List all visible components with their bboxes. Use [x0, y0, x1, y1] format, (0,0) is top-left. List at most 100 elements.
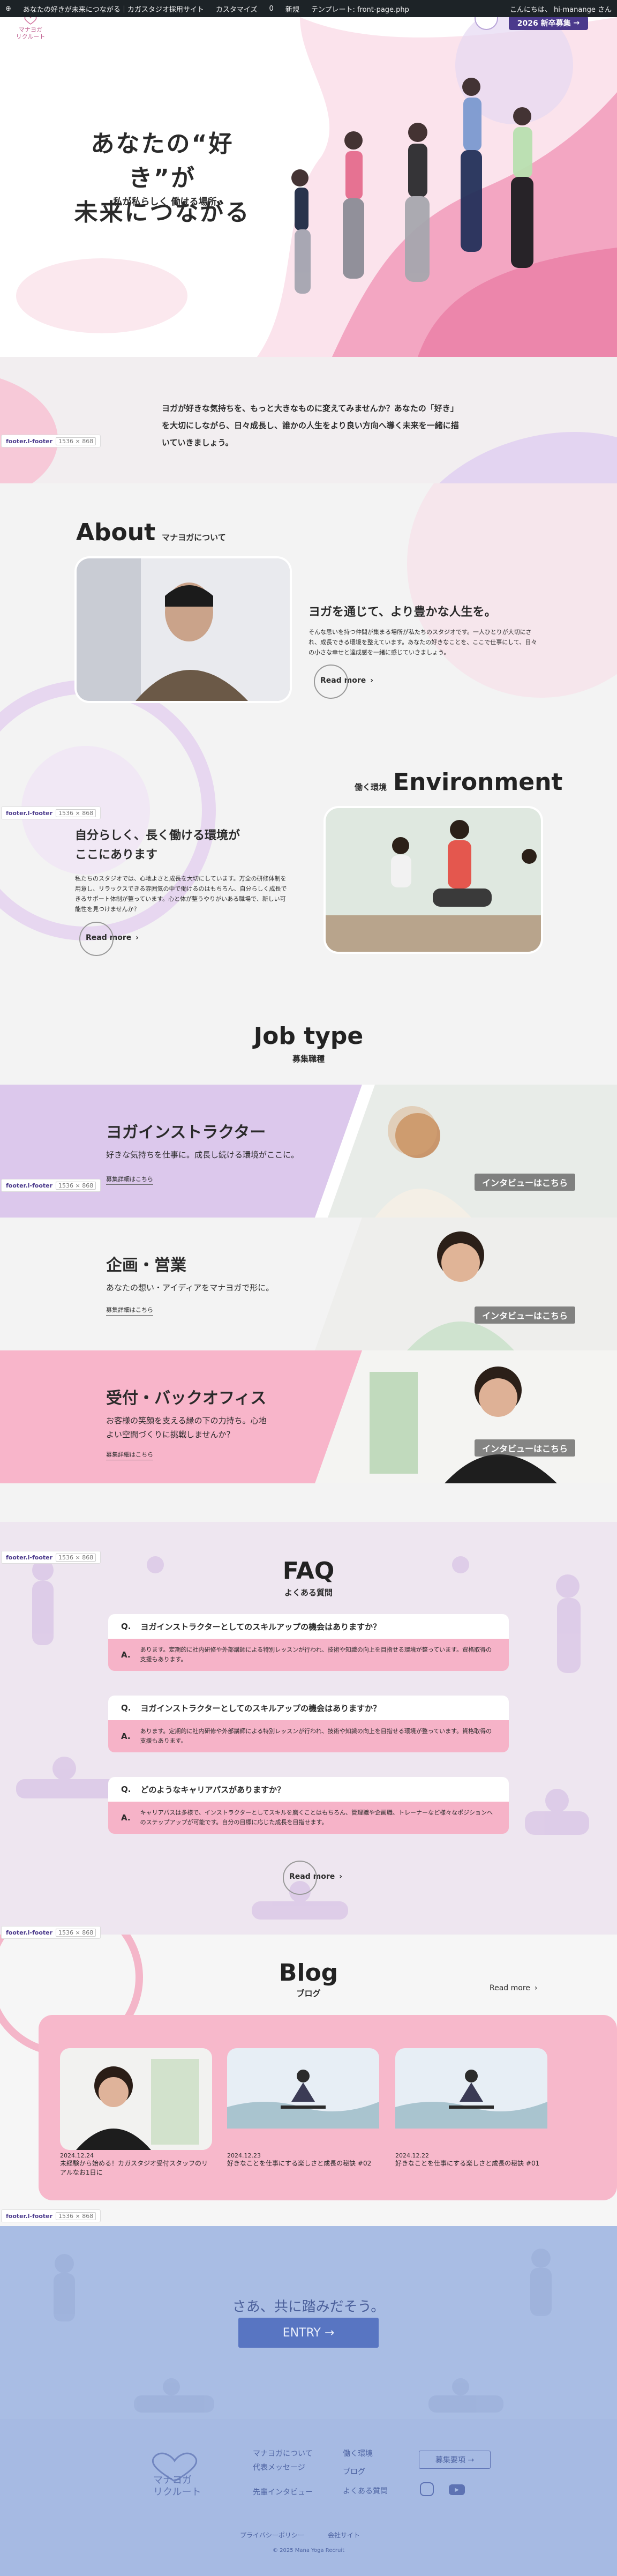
- about-section: About マナヨガについて ヨガを通じて、より豊かな人生を。 そんな思いを持つ…: [0, 483, 617, 987]
- footer-link-environment[interactable]: 働く環境: [343, 2448, 373, 2459]
- footer-recruit-button[interactable]: 募集要項 →: [419, 2451, 491, 2469]
- read-more-circle: [79, 922, 114, 956]
- faq-item[interactable]: Q. ヨガインストラクターとしてのスキルアップの機会はありますか？ A. あります。…: [108, 1696, 509, 1752]
- faq-read-more[interactable]: Read more ›: [283, 1861, 343, 1895]
- environment-heading-en: Environment: [393, 768, 563, 796]
- admin-bar: ⊕ あなたの好きが未来につながる｜カガスタジオ採用サイト カスタマイズ 0 新規…: [0, 0, 617, 17]
- a-mark: A.: [121, 1731, 131, 1741]
- faq-answer-text: あります。定期的に社内研修や外部講師による特別レッスンが行われ、技術や知識の向上…: [140, 1646, 492, 1663]
- footer-link-faq[interactable]: よくある質問: [343, 2485, 388, 2496]
- footer-link-about[interactable]: マナヨガについて: [253, 2448, 313, 2459]
- blog-read-more[interactable]: Read more ›: [490, 1984, 538, 1992]
- faq-answer: A. キャリアパスは多様で、インストラクターとしてスキルを磨くことはもちろん、管理…: [108, 1802, 509, 1834]
- footer-logo[interactable]: マナヨガ リクルート: [132, 2451, 217, 2498]
- environment-heading: 働く環境 Environment: [355, 768, 562, 796]
- header-recruit-label: 2026 新卒募集: [517, 19, 571, 28]
- blog-card[interactable]: 2024.12.22 好きなことを仕事にする楽しさと成長の秘訣 #01: [395, 2048, 547, 2168]
- hero-title: あなたの“好き”が 未来につながる: [69, 127, 256, 230]
- header-recruit-button[interactable]: 2026 新卒募集 →: [509, 16, 588, 30]
- faq-heading-jp: よくある質問: [284, 1588, 333, 1597]
- job-interview-button[interactable]: インタビューはこちら: [475, 1174, 576, 1191]
- instagram-icon[interactable]: [420, 2482, 434, 2496]
- debug-pill-size: 1536 × 868: [56, 809, 96, 817]
- blog-heading: Blog ブログ: [0, 1959, 617, 1999]
- job-desc: あなたの想い・アイディアをマナヨガで形に。: [106, 1283, 274, 1293]
- faq-question[interactable]: Q. ヨガインストラクターとしてのスキルアップの機会はありますか？: [108, 1614, 509, 1639]
- job-desc: 好きな気持ちを仕事に。成長し続ける環境がここに。: [106, 1150, 299, 1160]
- debug-pill-name: footer.l-footer: [6, 1554, 53, 1561]
- about-read-more[interactable]: Read more ›: [314, 664, 374, 699]
- debug-pill-size: 1536 × 868: [56, 1553, 96, 1562]
- about-body: そんな思いを持つ仲間が集まる場所が私たちのスタジオです。一人ひとりが大切にされ、…: [308, 629, 537, 656]
- blog-card[interactable]: 2024.12.23 好きなことを仕事にする楽しさと成長の秘訣 #02: [227, 2048, 379, 2168]
- blog-card[interactable]: 2024.12.24 未経験から始める！カガスタジオ受付スタッフのリアルなお1日…: [60, 2048, 212, 2177]
- site-header: マナヨガ リクルート 2026 新卒募集 →: [0, 15, 617, 40]
- job-detail-link[interactable]: 募集詳細はこちら: [106, 1450, 153, 1460]
- job-card-office[interactable]: 受付・バックオフィス お客様の笑顔を支える縁の下の力持ち。心地よい空間づくりに挑…: [0, 1350, 617, 1483]
- blog-thumbnail[interactable]: [395, 2048, 547, 2150]
- blog-date: 2024.12.23: [227, 2152, 261, 2159]
- footer-copyright: © 2025 Mana Yoga Recruit: [272, 2548, 345, 2553]
- blog-heading-en: Blog: [279, 1959, 338, 1987]
- about-heading-jp: マナヨガについて: [162, 533, 226, 542]
- job-interview-button[interactable]: インタビューはこちら: [475, 1439, 576, 1457]
- job-interview-button[interactable]: インタビューはこちら: [475, 1306, 576, 1324]
- environment-read-more[interactable]: Read more ›: [79, 922, 139, 956]
- job-detail-link[interactable]: 募集詳細はこちら: [106, 1305, 153, 1316]
- debug-pill: footer.l-footer 1536 × 868: [1, 1179, 101, 1192]
- admin-bar-comments[interactable]: 0: [269, 5, 274, 13]
- blog-thumbnail-image: [60, 2048, 212, 2150]
- debug-pill-size: 1536 × 868: [56, 437, 96, 445]
- faq-answer: A. あります。定期的に社内研修や外部講師による特別レッスンが行われ、技術や知識の…: [108, 1720, 509, 1752]
- job-title: 企画・営業: [106, 1256, 186, 1275]
- admin-bar-template[interactable]: テンプレート: front-page.php: [311, 4, 409, 14]
- blog-date: 2024.12.24: [60, 2152, 94, 2159]
- faq-question[interactable]: Q. ヨガインストラクターとしてのスキルアップの機会はありますか？: [108, 1696, 509, 1720]
- job-detail-link[interactable]: 募集詳細はこちら: [106, 1175, 153, 1185]
- admin-bar-customize[interactable]: カスタマイズ: [216, 4, 258, 14]
- q-mark: Q.: [121, 1784, 131, 1794]
- about-photo: [77, 558, 290, 701]
- admin-bar-greeting[interactable]: こんにちは、 hi-manange さん: [510, 4, 612, 14]
- blog-title[interactable]: 好きなことを仕事にする楽しさと成長の秘訣 #01: [395, 2159, 547, 2168]
- blog-thumbnail[interactable]: [227, 2048, 379, 2150]
- blog-read-more-label: Read more: [490, 1984, 530, 1992]
- debug-pill-name: footer.l-footer: [6, 809, 53, 817]
- chevron-right-icon: ›: [534, 1984, 538, 1992]
- footer-link-blog[interactable]: ブログ: [343, 2466, 365, 2477]
- faq-question[interactable]: Q. どのようなキャリアパスがありますか？: [108, 1777, 509, 1802]
- blog-thumbnail[interactable]: [60, 2048, 212, 2150]
- read-more-circle: [283, 1861, 317, 1895]
- blog-date: 2024.12.22: [395, 2152, 429, 2159]
- footer-sitemap-link[interactable]: 会社サイト: [328, 2530, 360, 2540]
- footer-link-message[interactable]: 代表メッセージ: [253, 2462, 305, 2473]
- job-card-instructor[interactable]: ヨガインストラクター 好きな気持ちを仕事に。成長し続ける環境がここに。 募集詳細…: [0, 1085, 617, 1218]
- job-card-image: [315, 1350, 617, 1483]
- jobtype-section: Job type 募集職種 ヨガインストラクター 好きな気持ちを仕事に。成長し続…: [0, 987, 617, 1523]
- read-more-circle: [314, 664, 348, 699]
- jobtype-heading: Job type 募集職種: [0, 1022, 617, 1064]
- chevron-right-icon: ›: [339, 1872, 343, 1881]
- faq-item[interactable]: Q. ヨガインストラクターとしてのスキルアップの機会はありますか？ A. あります。…: [108, 1614, 509, 1671]
- wp-logo-icon[interactable]: ⊕: [5, 5, 11, 13]
- admin-bar-site[interactable]: あなたの好きが未来につながる｜カガスタジオ採用サイト: [23, 4, 204, 14]
- faq-section: FAQ よくある質問 Q. ヨガインストラクターとしてのスキルアップの機会はありま…: [0, 1522, 617, 1935]
- debug-pill: footer.l-footer 1536 × 868: [1, 1551, 101, 1564]
- menu-toggle[interactable]: [475, 15, 498, 30]
- faq-item[interactable]: Q. どのようなキャリアパスがありますか？ A. キャリアパスは多様で、インストラク…: [108, 1777, 509, 1834]
- debug-pill-size: 1536 × 868: [56, 1181, 96, 1190]
- footer-privacy-link[interactable]: プライバシーポリシー: [240, 2530, 304, 2540]
- site-footer: さあ、共に踏みだそう。 ENTRY → マナヨガ リクルート マナヨガについて …: [0, 2226, 617, 2576]
- about-heading-en: About: [76, 519, 156, 546]
- footer-link-interview[interactable]: 先輩インタビュー: [253, 2487, 313, 2497]
- debug-pill-name: footer.l-footer: [6, 1929, 53, 1936]
- site-logo[interactable]: マナヨガ リクルート: [10, 15, 51, 40]
- youtube-icon[interactable]: ▶: [449, 2484, 465, 2495]
- admin-bar-new[interactable]: 新規: [285, 4, 299, 14]
- job-card-planning[interactable]: 企画・営業 あなたの想い・アイディアをマナヨガで形に。 募集詳細はこちら インタ…: [0, 1218, 617, 1350]
- blog-title[interactable]: 未経験から始める！カガスタジオ受付スタッフのリアルなお1日に: [60, 2159, 212, 2177]
- chevron-right-icon: ›: [370, 676, 374, 685]
- entry-button[interactable]: ENTRY →: [238, 2318, 379, 2348]
- blog-title[interactable]: 好きなことを仕事にする楽しさと成長の秘訣 #02: [227, 2159, 379, 2168]
- hero: あなたの“好き”が 未来につながる 私が私らしく 働ける場所: [0, 17, 617, 357]
